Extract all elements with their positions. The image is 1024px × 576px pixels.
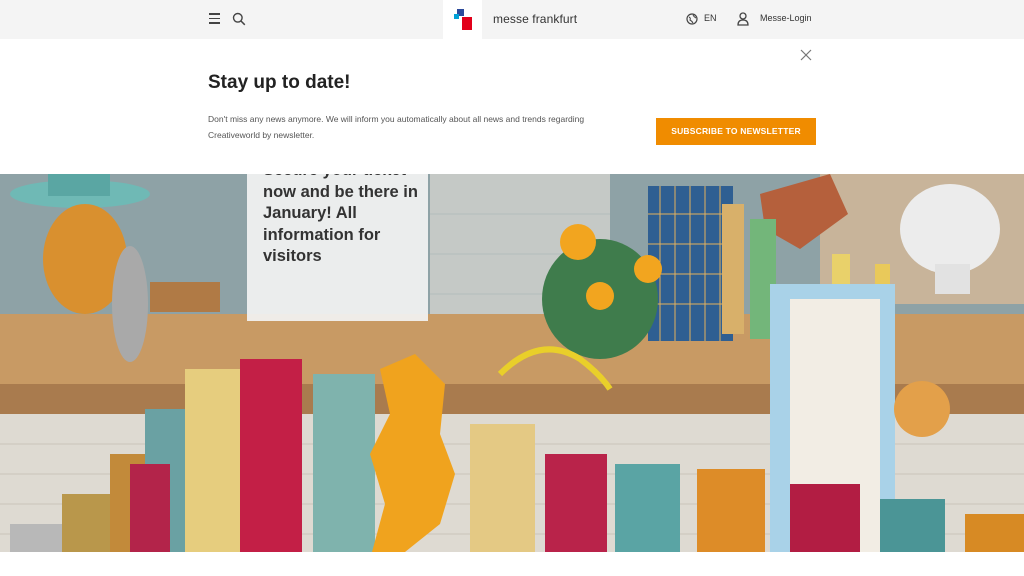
newsletter-text: Don't miss any news anymore. We will inf… (208, 114, 585, 140)
menu-icon[interactable] (209, 13, 221, 25)
subscribe-newsletter-button[interactable]: SUBSCRIBE TO NEWSLETTER (656, 118, 816, 145)
messe-frankfurt-logo[interactable] (443, 0, 482, 39)
language-switch[interactable]: EN (704, 13, 717, 23)
newsletter-banner: Stay up to date! Don't miss any news any… (0, 39, 1024, 174)
brand-name[interactable]: messe frankfurt (493, 12, 577, 26)
top-navigation-bar: messe frankfurt EN Messe-Login (0, 0, 1024, 39)
newsletter-title: Stay up to date! (208, 72, 351, 93)
hero-image: Secure your ticket now and be there in J… (0, 174, 1024, 552)
globe-icon[interactable] (686, 13, 698, 25)
messe-login-link[interactable]: Messe-Login (760, 13, 812, 23)
hero-illustration (0, 174, 1024, 552)
ticket-info-text: Secure your ticket now and be there in J… (263, 174, 418, 265)
user-icon[interactable] (737, 12, 749, 26)
page-bottom-strip (0, 552, 1024, 576)
ticket-info-card[interactable]: Secure your ticket now and be there in J… (247, 174, 428, 321)
search-icon[interactable] (232, 12, 246, 26)
close-icon[interactable] (800, 49, 812, 61)
